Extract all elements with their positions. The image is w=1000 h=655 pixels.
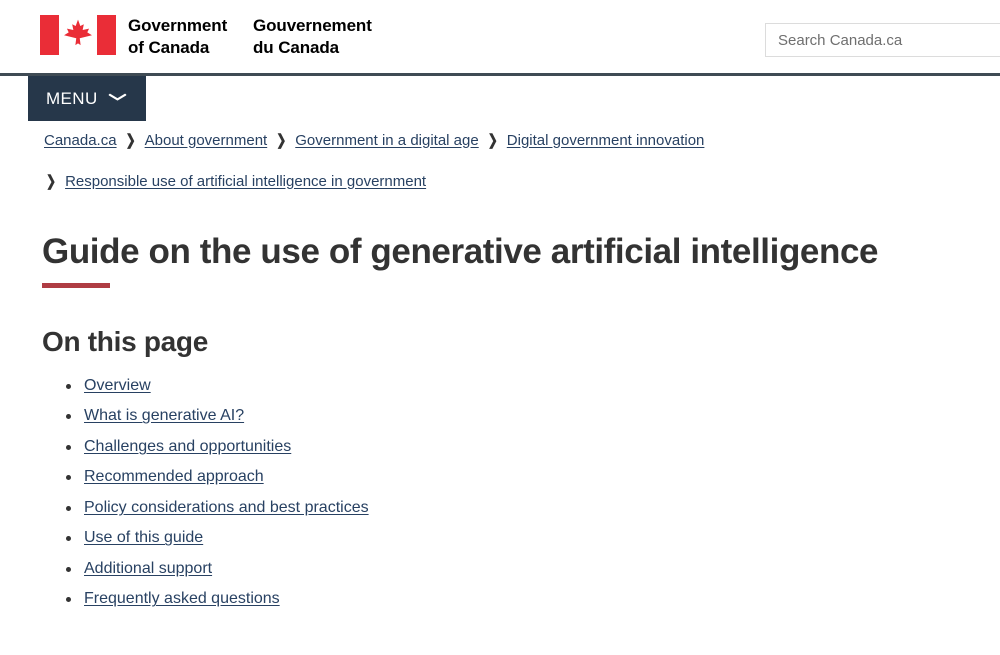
breadcrumb-row-2: ❯ Responsible use of artificial intellig… — [46, 170, 1000, 192]
list-item: Overview — [66, 374, 1000, 405]
toc-link-policy-considerations-and-best-practices[interactable]: Policy considerations and best practices — [84, 499, 369, 516]
toc-link-challenges-and-opportunities[interactable]: Challenges and opportunities — [84, 438, 291, 455]
page-title: Guide on the use of generative artificia… — [42, 232, 879, 271]
breadcrumb-row-1: Canada.ca ❯ About government ❯ Governmen… — [44, 129, 1000, 151]
site-search — [765, 23, 1000, 57]
toc-link-frequently-asked-questions[interactable]: Frequently asked questions — [84, 590, 280, 607]
main-content: Canada.ca ❯ About government ❯ Governmen… — [0, 129, 1000, 618]
title-accent-bar — [42, 283, 110, 289]
wordmark-en-line1: Government — [128, 16, 228, 35]
breadcrumb-item-about-government[interactable]: About government — [145, 133, 268, 148]
toc-link-use-of-this-guide[interactable]: Use of this guide — [84, 529, 203, 546]
page-title-block: Guide on the use of generative artificia… — [0, 232, 1000, 289]
list-item: Recommended approach — [66, 465, 1000, 496]
site-header: Government of Canada Gouvernement du Can… — [0, 0, 1000, 73]
toc-link-additional-support[interactable]: Additional support — [84, 560, 212, 577]
wordmark-fr-line2: du Canada — [253, 37, 340, 57]
list-item: What is generative AI? — [66, 404, 1000, 435]
chevron-right-icon: ❯ — [125, 131, 136, 149]
toc-link-what-is-generative-ai[interactable]: What is generative AI? — [84, 407, 244, 424]
federal-identity-program-signature: Government of Canada Gouvernement du Can… — [40, 13, 393, 59]
wordmark-en-line2: of Canada — [128, 37, 210, 57]
list-item: Policy considerations and best practices — [66, 496, 1000, 527]
menu-button-label: MENU — [46, 88, 98, 108]
wordmark-english: Government of Canada — [128, 15, 253, 59]
menu-bar: MENU — [0, 76, 1000, 129]
list-item: Use of this guide — [66, 526, 1000, 557]
chevron-right-icon: ❯ — [276, 131, 287, 149]
breadcrumb-item-canada-ca[interactable]: Canada.ca — [44, 133, 117, 148]
on-this-page-list: Overview What is generative AI? Challeng… — [0, 374, 1000, 618]
flag-left-bar — [40, 15, 59, 55]
goc-wordmark: Government of Canada Gouvernement du Can… — [128, 13, 393, 59]
breadcrumb-item-digital-government-innovation[interactable]: Digital government innovation — [507, 133, 705, 148]
chevron-right-icon: ❯ — [46, 172, 57, 190]
breadcrumb: Canada.ca ❯ About government ❯ Governmen… — [0, 129, 1000, 192]
chevron-right-icon: ❯ — [487, 131, 498, 149]
search-input[interactable] — [765, 23, 1000, 57]
list-item: Challenges and opportunities — [66, 435, 1000, 466]
list-item: Frequently asked questions — [66, 587, 1000, 618]
menu-button[interactable]: MENU — [28, 76, 146, 121]
on-this-page-heading: On this page — [42, 326, 208, 358]
maple-leaf-icon — [64, 19, 92, 46]
list-item: Additional support — [66, 557, 1000, 588]
toc-link-overview[interactable]: Overview — [84, 377, 151, 394]
chevron-down-icon — [107, 93, 127, 104]
wordmark-french: Gouvernement du Canada — [253, 15, 393, 59]
breadcrumb-item-government-in-a-digital-age[interactable]: Government in a digital age — [295, 133, 478, 148]
canada-flag-icon — [40, 15, 116, 55]
flag-right-bar — [97, 15, 116, 55]
toc-link-recommended-approach[interactable]: Recommended approach — [84, 468, 264, 485]
wordmark-fr-line1: Gouvernement — [253, 16, 372, 35]
breadcrumb-item-responsible-use-of-ai[interactable]: Responsible use of artificial intelligen… — [65, 174, 426, 189]
